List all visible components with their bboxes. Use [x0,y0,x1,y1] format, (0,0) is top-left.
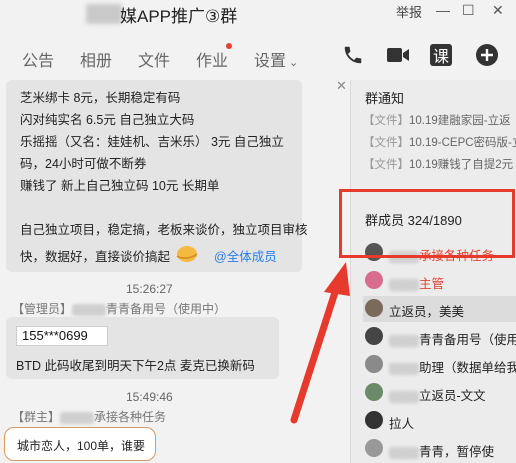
annotation-arrow [290,262,350,424]
qq-group-window: 媒APP推广③群 举报 — ☐ ✕ 公告 相册 文件 作业 设置 ⌄ 课 芝米绑卡… [0,0,516,463]
